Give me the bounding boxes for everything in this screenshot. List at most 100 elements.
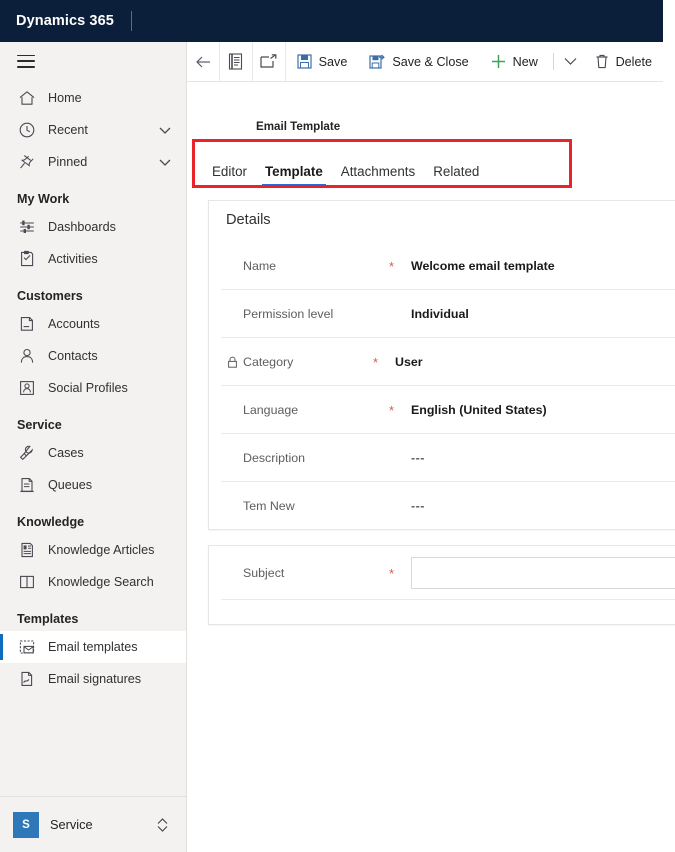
area-switcher[interactable]: S Service bbox=[0, 796, 186, 852]
sidebar-item-label: Email templates bbox=[48, 640, 138, 654]
save-button[interactable]: Save bbox=[286, 42, 359, 81]
field-label: Description bbox=[243, 451, 389, 465]
subject-field-row: Subject * bbox=[221, 546, 675, 600]
form-selector-button[interactable] bbox=[220, 42, 253, 81]
sitemap-group-service: Service bbox=[17, 418, 62, 432]
sidebar-item-label: Social Profiles bbox=[48, 381, 128, 395]
sidebar-item-email-signatures[interactable]: Email signatures bbox=[0, 663, 186, 695]
command-divider bbox=[552, 53, 554, 70]
email-template-icon bbox=[17, 637, 37, 657]
sidebar-item-cases[interactable]: Cases bbox=[0, 437, 186, 469]
app-brand-title: Dynamics 365 bbox=[16, 13, 114, 29]
field-value[interactable]: --- bbox=[411, 499, 425, 513]
sitemap-group-knowledge: Knowledge bbox=[17, 515, 85, 529]
plus-icon bbox=[491, 54, 506, 69]
sidebar-item-home[interactable]: Home bbox=[0, 82, 186, 114]
details-section-title: Details bbox=[226, 212, 271, 228]
contact-icon bbox=[17, 346, 37, 366]
delete-button[interactable]: Delete bbox=[584, 42, 663, 81]
updown-chevron-icon bbox=[155, 816, 170, 833]
sidebar-item-dashboards[interactable]: Dashboards bbox=[0, 211, 186, 243]
new-button[interactable]: New bbox=[480, 42, 549, 81]
field-label-text: Tem New bbox=[243, 498, 295, 513]
tab-template[interactable]: Template bbox=[256, 164, 332, 188]
field-value[interactable]: --- bbox=[411, 451, 425, 465]
sidebar-item-label: Knowledge Search bbox=[48, 575, 154, 589]
field-value[interactable]: Welcome email template bbox=[411, 259, 555, 273]
dynamics365-app-window: Dynamics 365 Home Recent Pinned My Work Dash… bbox=[0, 0, 675, 852]
sidebar-item-label: Pinned bbox=[48, 155, 88, 169]
sitemap-item-list: Home Recent Pinned My Work Dashboards Activit… bbox=[0, 80, 186, 796]
tab-related[interactable]: Related bbox=[424, 164, 488, 188]
article-icon bbox=[17, 540, 37, 560]
sidebar-item-social-profiles[interactable]: Social Profiles bbox=[0, 372, 186, 404]
sidebar-item-email-templates[interactable]: Email templates bbox=[0, 631, 186, 663]
form-icon bbox=[228, 53, 243, 70]
home-icon bbox=[17, 88, 37, 108]
save-and-close-button[interactable]: Save & Close bbox=[358, 42, 479, 81]
sidebar-item-label: Contacts bbox=[48, 349, 98, 363]
sidebar-item-pinned[interactable]: Pinned bbox=[0, 146, 186, 178]
field-label: Tem New bbox=[243, 499, 389, 513]
details-section-card: Details Name * Welcome email template Permi… bbox=[208, 200, 675, 530]
sidebar-item-queues[interactable]: Queues bbox=[0, 469, 186, 501]
field-value[interactable]: English (United States) bbox=[411, 403, 547, 417]
sidebar-item-contacts[interactable]: Contacts bbox=[0, 340, 186, 372]
field-label: Permission level bbox=[243, 307, 389, 321]
subject-required-asterisk: * bbox=[389, 566, 395, 581]
back-button[interactable] bbox=[187, 42, 220, 81]
required-asterisk: * bbox=[373, 355, 379, 370]
field-value[interactable]: User bbox=[395, 355, 423, 369]
required-asterisk bbox=[389, 313, 411, 315]
field-row: Description --- bbox=[221, 434, 675, 482]
subject-section-card: Subject * bbox=[208, 545, 675, 625]
case-icon bbox=[17, 443, 37, 463]
tab-editor[interactable]: Editor bbox=[203, 164, 256, 188]
area-initial-tile: S bbox=[13, 811, 39, 838]
back-arrow-icon bbox=[194, 54, 212, 70]
form-tab-strip: Editor Template Attachments Related bbox=[187, 142, 675, 188]
tab-attachments[interactable]: Attachments bbox=[332, 164, 424, 188]
subject-input[interactable] bbox=[411, 556, 675, 589]
field-row: Category * User bbox=[221, 338, 675, 386]
field-label: Category bbox=[227, 355, 373, 369]
sitemap-collapse-button[interactable] bbox=[0, 42, 186, 80]
sidebar-item-label: Cases bbox=[48, 446, 84, 460]
field-label: Name bbox=[243, 259, 389, 273]
field-label-text: Language bbox=[243, 402, 299, 417]
field-label-text: Description bbox=[243, 450, 305, 465]
field-label-text: Category bbox=[243, 354, 294, 369]
field-label-text: Name bbox=[243, 258, 277, 273]
open-in-new-window-button[interactable] bbox=[253, 42, 286, 81]
sidebar-item-label: Knowledge Articles bbox=[48, 543, 155, 557]
activities-icon bbox=[17, 249, 37, 269]
chevron-down-icon[interactable] bbox=[158, 155, 172, 169]
hamburger-icon bbox=[17, 54, 35, 68]
sitemap-navigation: Home Recent Pinned My Work Dashboards Activit… bbox=[0, 42, 187, 852]
clock-icon bbox=[17, 120, 37, 140]
save-icon bbox=[297, 54, 312, 69]
chevron-down-icon[interactable] bbox=[158, 123, 172, 137]
new-button-label: New bbox=[512, 54, 538, 69]
sidebar-item-accounts[interactable]: Accounts bbox=[0, 308, 186, 340]
queue-icon bbox=[17, 475, 37, 495]
details-field-list: Name * Welcome email template Permission le… bbox=[209, 242, 675, 530]
required-asterisk: * bbox=[389, 259, 395, 274]
field-row: Name * Welcome email template bbox=[221, 242, 675, 290]
sidebar-item-activities[interactable]: Activities bbox=[0, 243, 186, 275]
field-label-text: Permission level bbox=[243, 306, 334, 321]
field-row: Permission level Individual bbox=[221, 290, 675, 338]
signature-icon bbox=[17, 669, 37, 689]
sidebar-item-knowledge-articles[interactable]: Knowledge Articles bbox=[0, 534, 186, 566]
field-value[interactable]: Individual bbox=[411, 307, 469, 321]
save-and-close-icon bbox=[369, 54, 386, 69]
pin-icon bbox=[17, 152, 37, 172]
delete-button-label: Delete bbox=[615, 54, 652, 69]
command-overflow-button[interactable] bbox=[558, 42, 584, 81]
sidebar-item-knowledge-search[interactable]: Knowledge Search bbox=[0, 566, 186, 598]
trash-icon bbox=[595, 54, 609, 69]
header-divider bbox=[130, 11, 132, 31]
sidebar-item-recent[interactable]: Recent bbox=[0, 114, 186, 146]
open-in-new-window-icon bbox=[260, 54, 277, 69]
app-header: Dynamics 365 bbox=[0, 0, 663, 42]
